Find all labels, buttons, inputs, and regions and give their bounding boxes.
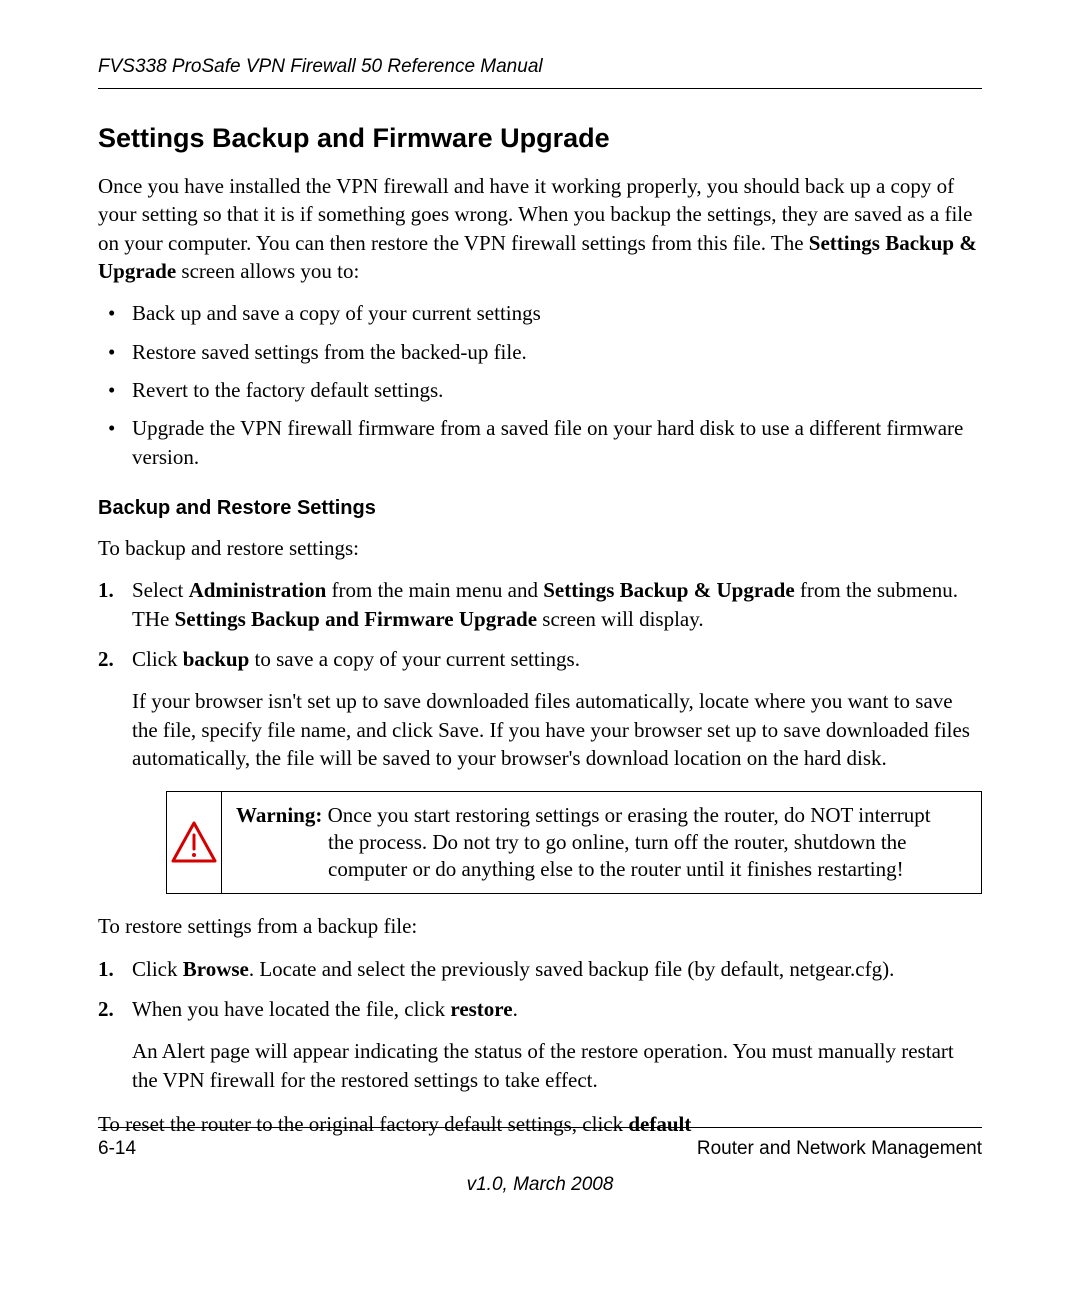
text: to save a copy of your current settings. (249, 647, 580, 671)
feature-bullets: Back up and save a copy of your current … (98, 299, 982, 471)
restore-steps: Click Browse. Locate and select the prev… (98, 955, 982, 1094)
footer-rule (98, 1127, 982, 1128)
warning-label: Warning: (236, 803, 322, 827)
warning-callout: Warning: Once you start restoring settin… (166, 791, 982, 895)
bold-text: restore (450, 997, 512, 1021)
bold-text: Administration (189, 578, 327, 602)
text: Once you start restoring settings or era… (322, 803, 930, 827)
list-item: Upgrade the VPN firewall firmware from a… (98, 414, 982, 471)
list-item: Back up and save a copy of your current … (98, 299, 982, 327)
text: the process. Do not try to go online, tu… (236, 829, 967, 884)
list-item: Select Administration from the main menu… (98, 576, 982, 633)
warning-icon-cell (167, 792, 222, 894)
list-item: When you have located the file, click re… (98, 995, 982, 1094)
text: screen allows you to: (176, 259, 359, 283)
bold-text: Settings Backup and Firmware Upgrade (175, 607, 537, 631)
text: screen will display. (537, 607, 704, 631)
step-note: If your browser isn't set up to save dow… (132, 687, 982, 772)
chapter-title: Router and Network Management (697, 1138, 982, 1160)
intro-paragraph: Once you have installed the VPN firewall… (98, 172, 982, 285)
bold-text: backup (183, 647, 250, 671)
list-item: Click Browse. Locate and select the prev… (98, 955, 982, 983)
backup-intro: To backup and restore settings: (98, 534, 982, 562)
step-note: An Alert page will appear indicating the… (132, 1037, 982, 1094)
warning-icon (171, 821, 217, 863)
footer-line: 6-14 Router and Network Management (98, 1138, 982, 1160)
document-page: FVS338 ProSafe VPN Firewall 50 Reference… (0, 0, 1080, 1296)
list-item: Revert to the factory default settings. (98, 376, 982, 404)
text: Click (132, 957, 183, 981)
bold-text: Browse (183, 957, 249, 981)
text: To reset the router to the original fact… (98, 1112, 628, 1136)
text: . Locate and select the previously saved… (249, 957, 894, 981)
reset-paragraph: To reset the router to the original fact… (98, 1110, 982, 1138)
text: . (513, 997, 518, 1021)
restore-intro: To restore settings from a backup file: (98, 912, 982, 940)
bold-text: Settings Backup & Upgrade (543, 578, 794, 602)
page-number: 6-14 (98, 1138, 136, 1160)
warning-text: Warning: Once you start restoring settin… (222, 792, 981, 894)
backup-steps: Select Administration from the main menu… (98, 576, 982, 894)
subsection-title: Backup and Restore Settings (98, 497, 982, 520)
bold-text: default (628, 1112, 691, 1136)
section-title: Settings Backup and Firmware Upgrade (98, 123, 982, 154)
footer-version: v1.0, March 2008 (0, 1174, 1080, 1196)
running-header: FVS338 ProSafe VPN Firewall 50 Reference… (98, 56, 982, 89)
text: Click (132, 647, 183, 671)
text: from the main menu and (326, 578, 543, 602)
list-item: Click backup to save a copy of your curr… (98, 645, 982, 894)
list-item: Restore saved settings from the backed-u… (98, 338, 982, 366)
text: When you have located the file, click (132, 997, 450, 1021)
text: Select (132, 578, 189, 602)
